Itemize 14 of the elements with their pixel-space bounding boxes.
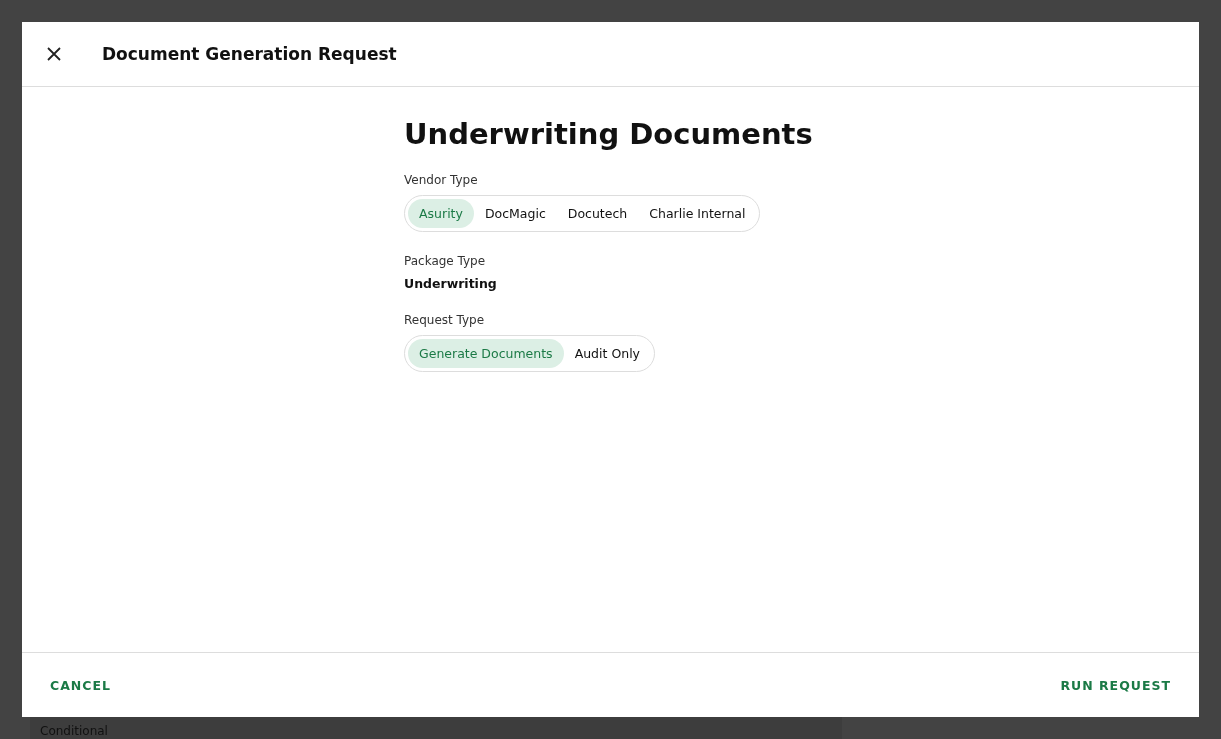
field-label: Request Type xyxy=(404,313,485,327)
dialog-title: Document Generation Request xyxy=(102,44,397,64)
cancel-button[interactable]: CANCEL xyxy=(40,669,121,701)
field-value: Underwriting xyxy=(404,276,497,291)
field-label: Vendor Type xyxy=(404,173,478,187)
option-button[interactable]: DocMagic xyxy=(473,199,557,228)
section-heading: Underwriting Documents xyxy=(404,117,814,151)
option-button[interactable]: Charlie Internal xyxy=(638,199,757,228)
option-button[interactable]: Generate Documents xyxy=(408,339,564,368)
run-request-button[interactable]: RUN REQUEST xyxy=(1050,669,1181,701)
field-label: Package Type xyxy=(404,254,486,268)
option-button[interactable]: Asurity xyxy=(408,199,474,228)
option-button[interactable]: Audit Only xyxy=(563,339,651,368)
option-button[interactable]: Docutech xyxy=(556,199,639,228)
